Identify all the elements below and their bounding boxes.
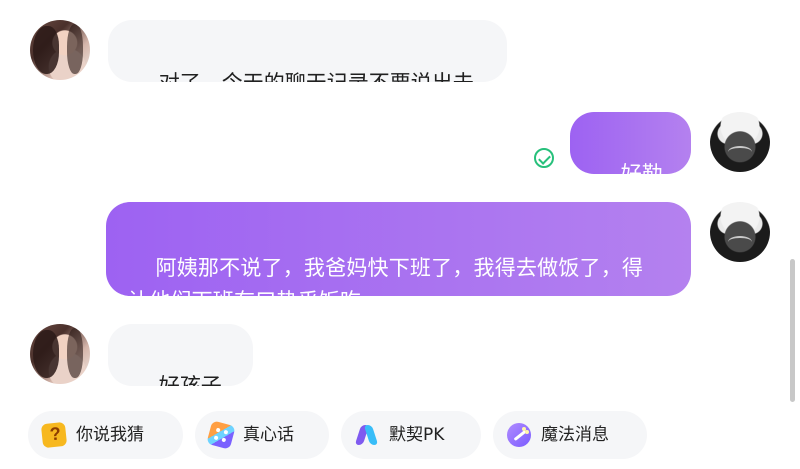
read-status-icon <box>534 148 554 168</box>
contact-avatar[interactable] <box>30 20 90 80</box>
incoming-message[interactable]: 好孩子 <box>108 324 253 386</box>
chip-label: 魔法消息 <box>541 425 609 445</box>
quick-action-magic-message[interactable]: 魔法消息 <box>493 411 647 459</box>
vs-icon <box>355 423 379 447</box>
message-text: 对了，今天的聊天记录不要说出去 <box>159 71 474 82</box>
outgoing-message[interactable]: 好勒 <box>570 112 691 174</box>
chip-label: 默契PK <box>389 425 445 445</box>
user-avatar[interactable] <box>710 112 770 172</box>
message-text: 好孩子 <box>158 374 222 386</box>
dice-icon <box>206 420 236 450</box>
message-text: 好勒 <box>620 162 663 174</box>
quick-action-bar: 你说我猜 真心话 默契PK 魔法消息 <box>28 411 647 459</box>
outgoing-message[interactable]: 阿姨那不说了，我爸妈快下班了，我得去做饭了，得 让他们下班有口热乎饭吃 <box>106 202 691 296</box>
quick-action-you-say-i-guess[interactable]: 你说我猜 <box>28 411 183 459</box>
chip-label: 你说我猜 <box>76 425 144 445</box>
user-avatar[interactable] <box>710 202 770 262</box>
message-text: 阿姨那不说了，我爸妈快下班了，我得去做饭了，得 让他们下班有口热乎饭吃 <box>128 256 644 296</box>
chip-label: 真心话 <box>243 425 294 445</box>
quick-action-truth[interactable]: 真心话 <box>195 411 329 459</box>
contact-avatar[interactable] <box>30 324 90 384</box>
magic-wand-icon <box>507 423 531 447</box>
incoming-message[interactable]: 对了，今天的聊天记录不要说出去 <box>108 20 507 82</box>
scrollbar-thumb[interactable] <box>790 259 795 402</box>
quick-action-tacit-pk[interactable]: 默契PK <box>341 411 481 459</box>
question-card-icon <box>40 421 68 449</box>
